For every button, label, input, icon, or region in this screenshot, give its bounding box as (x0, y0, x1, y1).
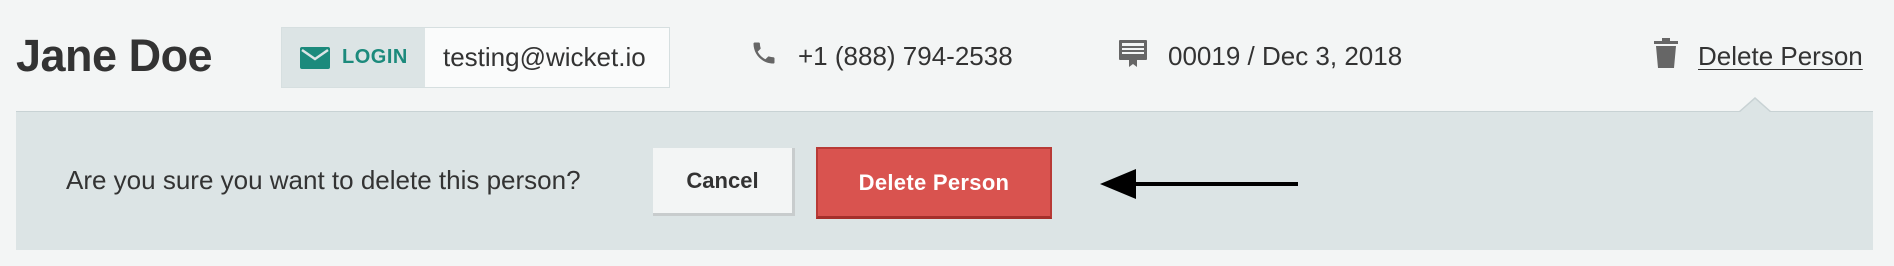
delete-person-action: Delete Person (1654, 36, 1863, 76)
login-email: testing@wicket.io (425, 28, 669, 87)
panel-notch (1739, 99, 1771, 113)
person-name: Jane Doe (16, 30, 213, 81)
login-box: LOGIN testing@wicket.io (281, 27, 670, 88)
phone-info: +1 (888) 794-2538 (750, 36, 1013, 76)
login-button[interactable]: LOGIN (282, 28, 425, 87)
phone-number: +1 (888) 794-2538 (798, 40, 1013, 71)
record-info: 00019 / Dec 3, 2018 (1118, 36, 1402, 76)
record-text: 00019 / Dec 3, 2018 (1168, 40, 1403, 71)
arrow-annotation-icon (1100, 169, 1298, 199)
phone-icon (750, 39, 778, 74)
delete-confirm-panel: Are you sure you want to delete this per… (16, 111, 1873, 250)
cancel-button[interactable]: Cancel (653, 148, 795, 216)
trash-icon[interactable] (1654, 37, 1678, 75)
person-header: Jane Doe LOGIN testing@wicket.io +1 (888… (0, 0, 1894, 112)
confirm-delete-button[interactable]: Delete Person (816, 147, 1052, 219)
delete-person-link[interactable]: Delete Person (1698, 41, 1863, 72)
envelope-icon (300, 46, 330, 69)
id-card-icon (1118, 38, 1148, 75)
confirm-question: Are you sure you want to delete this per… (66, 165, 581, 195)
login-label: LOGIN (342, 46, 408, 68)
